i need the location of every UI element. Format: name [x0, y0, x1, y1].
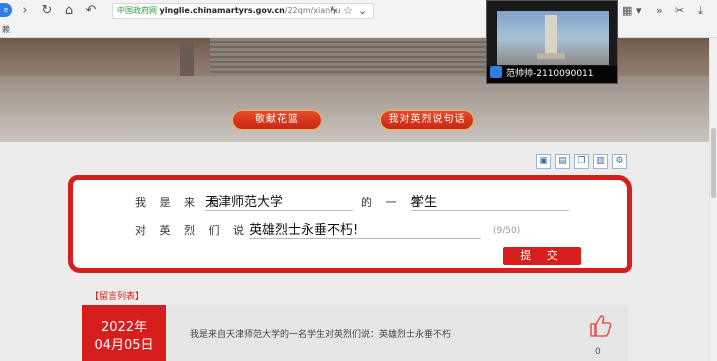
- message-list-label: 【留言列表】: [90, 292, 145, 302]
- secure-site-label: 中国政府网: [117, 6, 157, 15]
- bookmark-item[interactable]: 赖: [2, 24, 10, 35]
- back-history-icon[interactable]: ↶: [82, 3, 100, 19]
- user-icon: [490, 66, 502, 78]
- date-badge: 2022年 04月05日: [82, 305, 166, 361]
- star-icon[interactable]: ☆: [343, 3, 353, 19]
- offer-flowers-button[interactable]: 敬献花篮: [232, 110, 322, 130]
- layout-icon[interactable]: ▥: [593, 154, 608, 169]
- pillar-image: [180, 42, 194, 76]
- message-input[interactable]: 英雄烈士永垂不朽!: [249, 219, 481, 239]
- date-year: 2022年: [100, 320, 148, 335]
- submit-button[interactable]: 提 交: [503, 247, 581, 265]
- copy-icon[interactable]: ❐: [574, 154, 589, 169]
- school-input[interactable]: 天津师范大学: [205, 191, 353, 211]
- scrollbar-thumb[interactable]: [711, 128, 716, 198]
- like-count: 0: [595, 347, 601, 357]
- message-form: 我 是 来 自 天津师范大学 的 一 名 学生 对 英 烈 们 说 ： 英雄烈士…: [68, 175, 632, 273]
- page-scrollbar[interactable]: [709, 38, 717, 361]
- chevron-down-icon[interactable]: ▾: [636, 3, 642, 19]
- reload-icon[interactable]: ↻: [38, 3, 56, 19]
- character-counter: (9/50): [493, 226, 521, 236]
- monument-image: [537, 15, 565, 59]
- grid-icon[interactable]: ▦: [622, 3, 632, 19]
- image-icon[interactable]: ▣: [536, 154, 551, 169]
- say-to-martyrs-button[interactable]: 我对英烈说句话: [380, 110, 474, 130]
- thumbs-up-icon[interactable]: [587, 313, 613, 339]
- video-caption: 范帅帅-2110090011: [487, 66, 617, 83]
- memorial-stairs-image: [210, 38, 510, 78]
- identity-input[interactable]: 学生: [411, 191, 569, 211]
- save-icon[interactable]: ▤: [555, 154, 570, 169]
- forward-icon[interactable]: ›: [16, 3, 34, 19]
- lightning-icon[interactable]: ϟ: [330, 3, 337, 19]
- more-chevron-icon[interactable]: »: [656, 3, 663, 19]
- url-host: yinglie.chinamartyrs.gov.cn: [159, 6, 285, 15]
- list-item: 2022年 04月05日 我是来自天津师范大学的一名学生对英烈们说：英雄烈士永垂…: [82, 305, 628, 361]
- home-icon[interactable]: ⌂: [60, 3, 78, 19]
- video-overlay[interactable]: 范帅帅-2110090011: [486, 0, 618, 84]
- message-text: 我是来自天津师范大学的一名学生对英烈们说：英雄烈士永垂不朽: [190, 330, 452, 340]
- plaza-image: [0, 76, 717, 142]
- date-day: 04月05日: [94, 338, 154, 353]
- video-frame: [497, 11, 609, 65]
- mini-toolbar: ▣ ▤ ❐ ▥ ⚙: [536, 154, 630, 170]
- settings-icon[interactable]: ⚙: [612, 154, 627, 169]
- scissors-icon[interactable]: ✂: [675, 3, 684, 19]
- download-icon[interactable]: ⤓: [698, 3, 703, 19]
- chevron-down-icon[interactable]: ⌄: [358, 3, 367, 19]
- browser-tab-badge[interactable]: e: [0, 3, 12, 17]
- video-caption-text: 范帅帅-2110090011: [506, 69, 594, 79]
